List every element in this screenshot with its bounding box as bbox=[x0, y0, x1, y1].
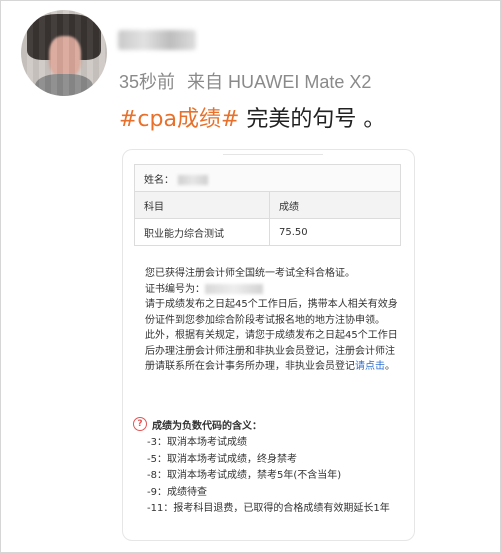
subject-cell: 职业能力综合测试 bbox=[134, 218, 270, 246]
result-notice: 您已获得注册会计师全国统一考试全科合格证。 证书编号为： 请于成绩发布之日起45… bbox=[145, 266, 403, 375]
score-table: 姓名： 科目 成绩 职业能力综合测试 75.50 bbox=[134, 164, 401, 246]
list-item: -3：取消本场考试成绩 bbox=[147, 437, 247, 448]
list-item: -8：取消本场考试成绩，禁考5年(不含当年) bbox=[147, 470, 342, 481]
post-source: 来自 HUAWEI Mate X2 bbox=[187, 72, 372, 92]
user-avatar[interactable] bbox=[21, 10, 107, 96]
name-label: 姓名： bbox=[144, 174, 174, 186]
score-cell: 75.50 bbox=[269, 218, 401, 246]
hashtag-link[interactable]: #cpa成绩# bbox=[119, 107, 239, 132]
card-cropped-edge bbox=[223, 154, 323, 159]
click-here-link[interactable]: 请点击 bbox=[355, 361, 385, 372]
list-item: -9：成绩待查 bbox=[147, 486, 207, 498]
para-qualified: 您已获得注册会计师全国统一考试全科合格证。 bbox=[145, 268, 355, 279]
cert-label: 证书编号为： bbox=[145, 283, 205, 295]
cert-number-redacted bbox=[205, 283, 263, 294]
question-circle-icon: ? bbox=[133, 417, 147, 431]
post-meta: 35秒前 来自 HUAWEI Mate X2 bbox=[119, 68, 371, 94]
post-body: 完美的句号 。 bbox=[239, 107, 386, 132]
post-time: 35秒前 bbox=[119, 72, 176, 92]
para-collect: 请于成绩发布之日起45个工作日后，携带本人相关有效身份证件到您参加综合阶段考试报… bbox=[145, 299, 398, 326]
para-cert: 证书编号为： bbox=[145, 282, 403, 298]
negative-codes: ? 成绩为负数代码的含义： -3：取消本场考试成绩 -5：取消本场考试成绩，终身… bbox=[133, 416, 408, 518]
score-header: 成绩 bbox=[269, 191, 401, 219]
para-register-end: 。 bbox=[385, 361, 395, 372]
post-text: #cpa成绩# 完美的句号 。 bbox=[119, 101, 385, 133]
list-item: -11：报考科目退费，已取得的合格成绩有效期延长1年 bbox=[147, 503, 390, 514]
username-redacted[interactable] bbox=[118, 30, 196, 50]
negative-codes-title: ? 成绩为负数代码的含义： bbox=[133, 416, 408, 432]
score-image-card[interactable]: 姓名： 科目 成绩 职业能力综合测试 75.50 您已获得注册会计师全国统一考试… bbox=[122, 149, 415, 541]
para-register: 此外，根据有关规定，请您于成绩发布之日起45个工作日后办理注册会计师注册和非执业… bbox=[145, 328, 403, 375]
list-item: -5：取消本场考试成绩，终身禁考 bbox=[147, 453, 297, 465]
subject-header: 科目 bbox=[134, 191, 270, 219]
negative-code-list: -3：取消本场考试成绩 -5：取消本场考试成绩，终身禁考 -8：取消本场考试成绩… bbox=[133, 435, 408, 518]
name-redacted bbox=[178, 174, 208, 185]
name-cell: 姓名： bbox=[134, 164, 401, 192]
neg-title-text: 成绩为负数代码的含义： bbox=[152, 420, 262, 432]
